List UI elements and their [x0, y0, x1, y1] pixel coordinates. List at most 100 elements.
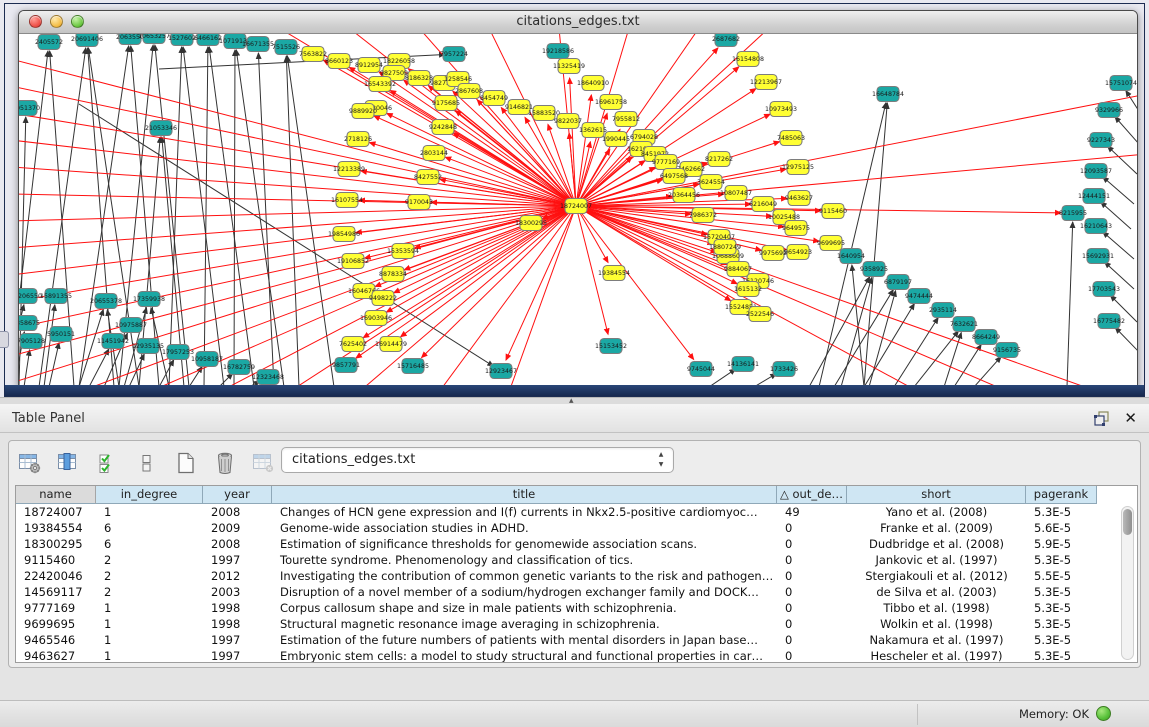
table-row[interactable]: 969969511998Structural magnetic resonanc… [16, 616, 1137, 632]
table-cell[interactable]: 19384554 [16, 520, 96, 536]
table-cell[interactable]: 18300295 [16, 536, 96, 552]
network-view-window[interactable]: citations_edges.txt 24055722069140620635… [18, 10, 1138, 387]
table-cell[interactable]: Corpus callosum shape and size in male p… [272, 600, 777, 616]
table-cell[interactable]: 0 [777, 632, 847, 648]
graph-edge[interactable] [1115, 117, 1137, 144]
window-titlebar[interactable]: citations_edges.txt [19, 11, 1137, 34]
table-cell[interactable]: 1 [96, 648, 203, 663]
table-cell[interactable]: 0 [777, 600, 847, 616]
table-cell[interactable]: Estimation of the future numbers of pati… [272, 632, 777, 648]
table-cell[interactable]: Changes of HCN gene expression and I(f) … [272, 504, 777, 520]
table-cell[interactable]: 0 [777, 536, 847, 552]
table-cell[interactable]: 1 [96, 504, 203, 520]
graph-edge[interactable] [286, 56, 299, 386]
table-cell[interactable]: Estimation of significance thresholds fo… [272, 536, 777, 552]
table-cell[interactable]: Disruption of a novel member of a sodium… [272, 584, 777, 600]
table-selector-dropdown[interactable]: citations_edges.txt ▲▼ [281, 447, 674, 473]
memory-ok-icon[interactable] [1096, 706, 1111, 721]
graph-edge[interactable] [155, 45, 189, 386]
table-cell[interactable]: Wolkin et al. (1998) [847, 616, 1026, 632]
table-cell[interactable]: Jankovic et al. (1997) [847, 552, 1026, 568]
table-cell[interactable]: 5.3E-5 [1026, 552, 1097, 568]
table-cell[interactable]: 2008 [203, 536, 272, 552]
table-cell[interactable]: 9777169 [16, 600, 96, 616]
table-cell[interactable]: 6 [96, 520, 203, 536]
graph-edge[interactable] [944, 333, 961, 386]
table-cell[interactable]: Hescheler et al. (1997) [847, 648, 1026, 663]
table-row[interactable]: 977716911998Corpus callosum shape and si… [16, 600, 1137, 616]
table-cell[interactable]: Investigating the contribution of common… [272, 568, 777, 584]
table-cell[interactable]: Genome-wide association studies in ADHD. [272, 520, 777, 536]
table-cell[interactable]: 6 [96, 536, 203, 552]
column-header-short[interactable]: short [847, 486, 1026, 504]
graph-edge[interactable] [19, 59, 576, 206]
table-cell[interactable]: 0 [777, 616, 847, 632]
graph-edge[interactable] [1067, 222, 1073, 386]
graph-edge[interactable] [287, 56, 334, 386]
table-cell[interactable]: 5.6E-5 [1026, 520, 1097, 536]
dropdown-stepper-icon[interactable]: ▲▼ [655, 450, 667, 470]
graph-edge[interactable] [570, 78, 576, 206]
table-cell[interactable]: 14569117 [16, 584, 96, 600]
table-cell[interactable]: 1998 [203, 600, 272, 616]
table-cell[interactable]: 5.3E-5 [1026, 600, 1097, 616]
column-header-out_de[interactable]: △ out_de… [777, 486, 847, 504]
network-graph[interactable]: 2405572206914062063550106532571527602646… [19, 34, 1137, 386]
table-cell[interactable]: 9465546 [16, 632, 96, 648]
graph-edge[interactable] [864, 304, 914, 386]
table-cell[interactable]: 2 [96, 584, 203, 600]
table-cell[interactable]: Stergiakouli et al. (2012) [847, 568, 1026, 584]
table-row[interactable]: 1830029562008Estimation of significance … [16, 536, 1137, 552]
table-cell[interactable]: 1997 [203, 552, 272, 568]
graph-edge[interactable] [79, 310, 103, 386]
table-cell[interactable]: 18724007 [16, 504, 96, 520]
graph-edge[interactable] [394, 206, 576, 293]
table-row[interactable]: 1456911722003Disruption of a novel membe… [16, 584, 1137, 600]
table-cell[interactable]: 2012 [203, 568, 272, 584]
close-panel-icon[interactable]: ✕ [1124, 409, 1137, 427]
graph-edge[interactable] [89, 349, 109, 386]
table-cell[interactable]: 2 [96, 552, 203, 568]
table-cell[interactable]: 0 [777, 552, 847, 568]
show-column-icon[interactable] [56, 450, 82, 476]
graph-edge[interactable] [1115, 327, 1137, 352]
unselect-all-icon[interactable] [134, 450, 160, 476]
table-cell[interactable]: 0 [777, 520, 847, 536]
table-cell[interactable]: Tibbo et al. (1998) [847, 600, 1026, 616]
table-cell[interactable]: 1997 [203, 632, 272, 648]
graph-edge[interactable] [49, 343, 59, 386]
table-cell[interactable]: Franke et al. (2009) [847, 520, 1026, 536]
graph-edge[interactable] [119, 45, 153, 386]
table-cell[interactable]: 0 [777, 648, 847, 663]
table-row[interactable]: 946554611997Estimation of the future num… [16, 632, 1137, 648]
table-cell[interactable]: 1 [96, 616, 203, 632]
table-cell[interactable]: 2008 [203, 504, 272, 520]
column-header-title[interactable]: title [272, 486, 777, 504]
column-header-year[interactable]: year [203, 486, 272, 504]
table-cell[interactable]: Structural magnetic resonance image aver… [272, 616, 777, 632]
graph-edge[interactable] [453, 133, 576, 206]
table-row[interactable]: 1938455462009Genome-wide association stu… [16, 520, 1137, 536]
graph-edge[interactable] [19, 206, 576, 221]
table-cell[interactable]: Embryonic stem cells: a model to study s… [272, 648, 777, 663]
column-header-name[interactable]: name [16, 486, 96, 504]
graph-edge[interactable] [576, 206, 1099, 386]
graph-edge[interactable] [954, 345, 981, 386]
graph-edge[interactable] [24, 350, 30, 386]
side-panel-handle[interactable] [0, 331, 9, 348]
graph-edge[interactable] [387, 113, 576, 206]
graph-edge[interactable] [131, 46, 159, 386]
graph-edge[interactable] [841, 278, 872, 386]
table-cell[interactable]: 2009 [203, 520, 272, 536]
table-cell[interactable]: 9699695 [16, 616, 96, 632]
table-cell[interactable]: 5.3E-5 [1026, 616, 1097, 632]
table-cell[interactable]: 1998 [203, 616, 272, 632]
scrollbar-thumb[interactable] [1123, 509, 1132, 535]
table-row[interactable]: 946362711997Embryonic stem cells: a mode… [16, 648, 1137, 663]
table-cell[interactable]: 5.9E-5 [1026, 536, 1097, 552]
panel-divider[interactable]: ▴ [0, 397, 1149, 404]
table-cell[interactable]: 2 [96, 568, 203, 584]
float-window-icon[interactable] [1093, 410, 1110, 426]
new-document-icon[interactable] [173, 450, 199, 476]
table-vertical-scrollbar[interactable] [1121, 506, 1134, 660]
